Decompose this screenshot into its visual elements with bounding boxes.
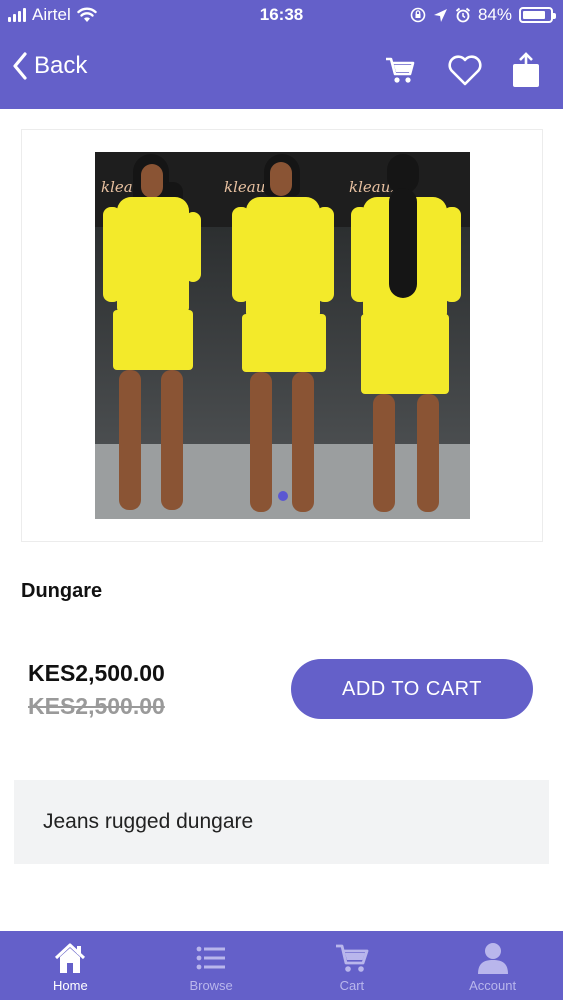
- back-label: Back: [34, 52, 88, 79]
- alarm-icon: [455, 7, 471, 23]
- tab-browse-label: Browse: [189, 978, 233, 993]
- list-icon: [196, 946, 226, 970]
- original-price: KES2,500.00: [28, 693, 165, 719]
- product-description: Jeans rugged dungare: [14, 780, 549, 864]
- product-photo-side: kleaux: [220, 152, 345, 519]
- tab-account-label: Account: [469, 978, 517, 993]
- user-icon: [477, 943, 508, 974]
- navigation-bar: Back: [0, 30, 563, 109]
- share-icon: [513, 52, 539, 87]
- tab-browse[interactable]: Browse: [141, 931, 282, 1000]
- price-block: KES2,500.00 KES2,500.00: [28, 657, 283, 723]
- cart-tab-icon: [335, 944, 369, 972]
- tab-home-label: Home: [53, 978, 88, 993]
- product-photo-front: kleaux: [95, 152, 220, 519]
- status-right: 84%: [410, 5, 556, 25]
- battery-fill: [523, 11, 545, 19]
- product-image-card: kleaux kleaux kleaux: [21, 129, 543, 542]
- status-bar: Airtel 16:38 84%: [0, 0, 563, 30]
- tab-home[interactable]: Home: [0, 931, 141, 1000]
- add-to-cart-button[interactable]: ADD TO CART: [291, 659, 533, 719]
- battery-icon: [519, 7, 556, 23]
- product-title: Dungare: [21, 580, 103, 602]
- cart-button[interactable]: [380, 50, 420, 90]
- product-image-carousel[interactable]: kleaux kleaux kleaux: [95, 152, 470, 519]
- current-price: KES2,500.00: [28, 660, 165, 686]
- tab-account[interactable]: Account: [422, 931, 563, 1000]
- rotation-lock-icon: [410, 7, 426, 23]
- bottom-tab-bar: Home Browse Cart Account: [0, 931, 563, 1000]
- product-photo-back: kleaux: [345, 152, 470, 519]
- battery-percent: 84%: [477, 5, 512, 24]
- back-button[interactable]: Back: [12, 52, 87, 80]
- carousel-page-indicator[interactable]: [278, 491, 288, 501]
- cart-icon: [386, 57, 415, 83]
- chevron-left-icon: [13, 52, 27, 80]
- heart-icon: [448, 55, 482, 86]
- location-icon: [433, 8, 447, 22]
- share-button[interactable]: [506, 50, 546, 90]
- tab-cart[interactable]: Cart: [282, 931, 423, 1000]
- home-icon: [55, 943, 86, 973]
- tab-cart-label: Cart: [339, 978, 365, 993]
- favorite-button[interactable]: [445, 50, 485, 90]
